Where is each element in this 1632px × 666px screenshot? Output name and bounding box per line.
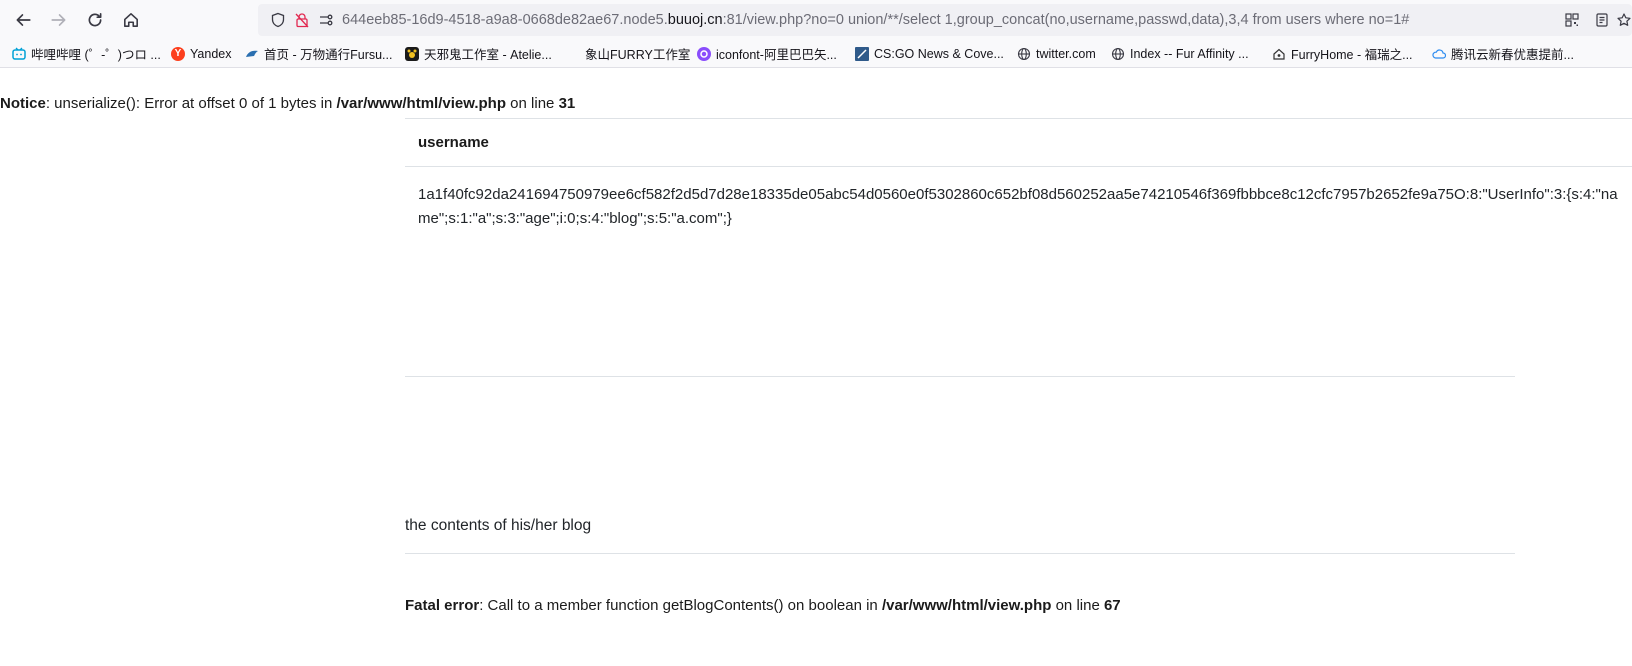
qr-code-icon[interactable] <box>1564 12 1580 28</box>
globe-icon <box>1017 47 1031 61</box>
bookmark-label: iconfont-阿里巴巴矢... <box>716 48 837 62</box>
notice-file: /var/www/html/view.php <box>336 95 507 112</box>
table-header-username: username <box>418 134 489 151</box>
back-button[interactable] <box>9 6 37 34</box>
bookmark-atelier[interactable]: 天邪鬼工作室 - Atelie... <box>405 40 552 67</box>
bookmark-xiangshan[interactable]: 象山FURRY工作室 <box>566 40 690 67</box>
fatal-file: /var/www/html/view.php <box>881 597 1052 614</box>
bookmark-yandex[interactable]: Y Yandex <box>171 40 231 67</box>
fatal-label: Fatal error <box>405 597 480 614</box>
address-bar[interactable]: 644eeb85-16d9-4518-a9a8-0668de82ae67.nod… <box>258 4 1632 36</box>
bookmark-label: 天邪鬼工作室 - Atelie... <box>424 48 552 62</box>
insecure-lock-icon[interactable] <box>294 12 310 28</box>
fatal-line-number: 67 <box>1103 597 1121 614</box>
bookmark-fursuit[interactable]: 首页 - 万物通行Fursu... <box>245 40 392 67</box>
shield-icon[interactable] <box>270 12 286 28</box>
bookmark-label: 哔哩哔哩 (゜-゜)つロ ... <box>31 48 161 62</box>
notice-label: Notice <box>0 95 46 112</box>
php-fatal-error: Fatal error: Call to a member function g… <box>405 597 1121 614</box>
reload-button[interactable] <box>81 6 109 34</box>
fatal-message: : Call to a member function getBlogConte… <box>479 597 882 614</box>
bookmark-csgo[interactable]: CS:GO News & Cove... <box>855 40 1004 67</box>
home-button[interactable] <box>117 6 145 34</box>
bookmark-label: twitter.com <box>1036 46 1096 61</box>
bookmark-label: Index -- Fur Affinity ... <box>1130 46 1249 61</box>
url-domain: buuoj.cn <box>667 12 723 28</box>
bookmark-twitter[interactable]: twitter.com <box>1017 40 1096 67</box>
atelier-icon <box>405 46 419 61</box>
url-suffix: :81/view.php?no=0 union/**/select 1,grou… <box>722 12 1410 28</box>
bookmark-label: CS:GO News & Cove... <box>874 46 1004 61</box>
bookmark-star-icon[interactable] <box>1616 12 1632 28</box>
reload-icon <box>88 12 102 27</box>
bookmark-label: Yandex <box>190 46 232 61</box>
yandex-icon: Y <box>171 46 185 61</box>
tencent-cloud-icon <box>1432 47 1446 61</box>
table-top-divider <box>405 118 1632 119</box>
forward-button[interactable] <box>45 6 73 34</box>
bilibili-icon <box>12 47 26 61</box>
permissions-icon[interactable] <box>318 12 334 28</box>
reader-view-icon[interactable] <box>1594 12 1610 28</box>
bookmarks-toolbar: 哔哩哔哩 (゜-゜)つロ ... Y Yandex 首页 - 万物通行Fursu… <box>0 40 1632 68</box>
notice-line-number: 31 <box>558 95 576 112</box>
home-icon <box>124 13 138 27</box>
arrow-left-icon <box>16 14 31 26</box>
url-text[interactable]: 644eeb85-16d9-4518-a9a8-0668de82ae67.nod… <box>342 4 1409 36</box>
bookmark-furryhome[interactable]: FurryHome - 福瑞之... <box>1272 40 1413 67</box>
csgo-icon <box>855 46 869 61</box>
bookmark-iconfont[interactable]: iconfont-阿里巴巴矢... <box>697 40 837 67</box>
arrow-right-icon <box>51 14 66 26</box>
bookmark-tencent-cloud[interactable]: 腾讯云新春优惠提前... <box>1432 40 1574 67</box>
url-prefix: 644eeb85-16d9-4518-a9a8-0668de82ae67.nod… <box>342 12 668 28</box>
iconfont-icon <box>697 46 711 61</box>
fatal-on-line: on line <box>1051 597 1104 614</box>
blog-divider <box>405 553 1515 554</box>
blog-contents-caption: the contents of his/her blog <box>405 517 592 534</box>
bookmark-label: 象山FURRY工作室 <box>585 48 691 62</box>
bookmark-label: 腾讯云新春优惠提前... <box>1451 48 1574 62</box>
section-divider <box>405 376 1515 377</box>
table-header-divider <box>405 166 1632 167</box>
bookmark-label: FurryHome - 福瑞之... <box>1291 48 1413 62</box>
globe-icon <box>1111 47 1125 61</box>
fursuit-icon <box>245 47 259 61</box>
bookmark-label: 首页 - 万物通行Fursu... <box>264 48 393 62</box>
browser-toolbar: 644eeb85-16d9-4518-a9a8-0668de82ae67.nod… <box>0 0 1632 40</box>
bookmark-furaffinity[interactable]: Index -- Fur Affinity ... <box>1111 40 1249 67</box>
blank-icon <box>566 47 580 61</box>
table-cell-username: 1a1f40fc92da241694750979ee6cf582f2d5d7d2… <box>418 186 1618 227</box>
bookmark-bilibili[interactable]: 哔哩哔哩 (゜-゜)つロ ... <box>12 40 161 67</box>
php-notice: Notice: unserialize(): Error at offset 0… <box>0 95 575 112</box>
notice-on-line: on line <box>506 95 559 112</box>
furryhome-icon <box>1272 47 1286 61</box>
notice-message: : unserialize(): Error at offset 0 of 1 … <box>45 95 337 112</box>
